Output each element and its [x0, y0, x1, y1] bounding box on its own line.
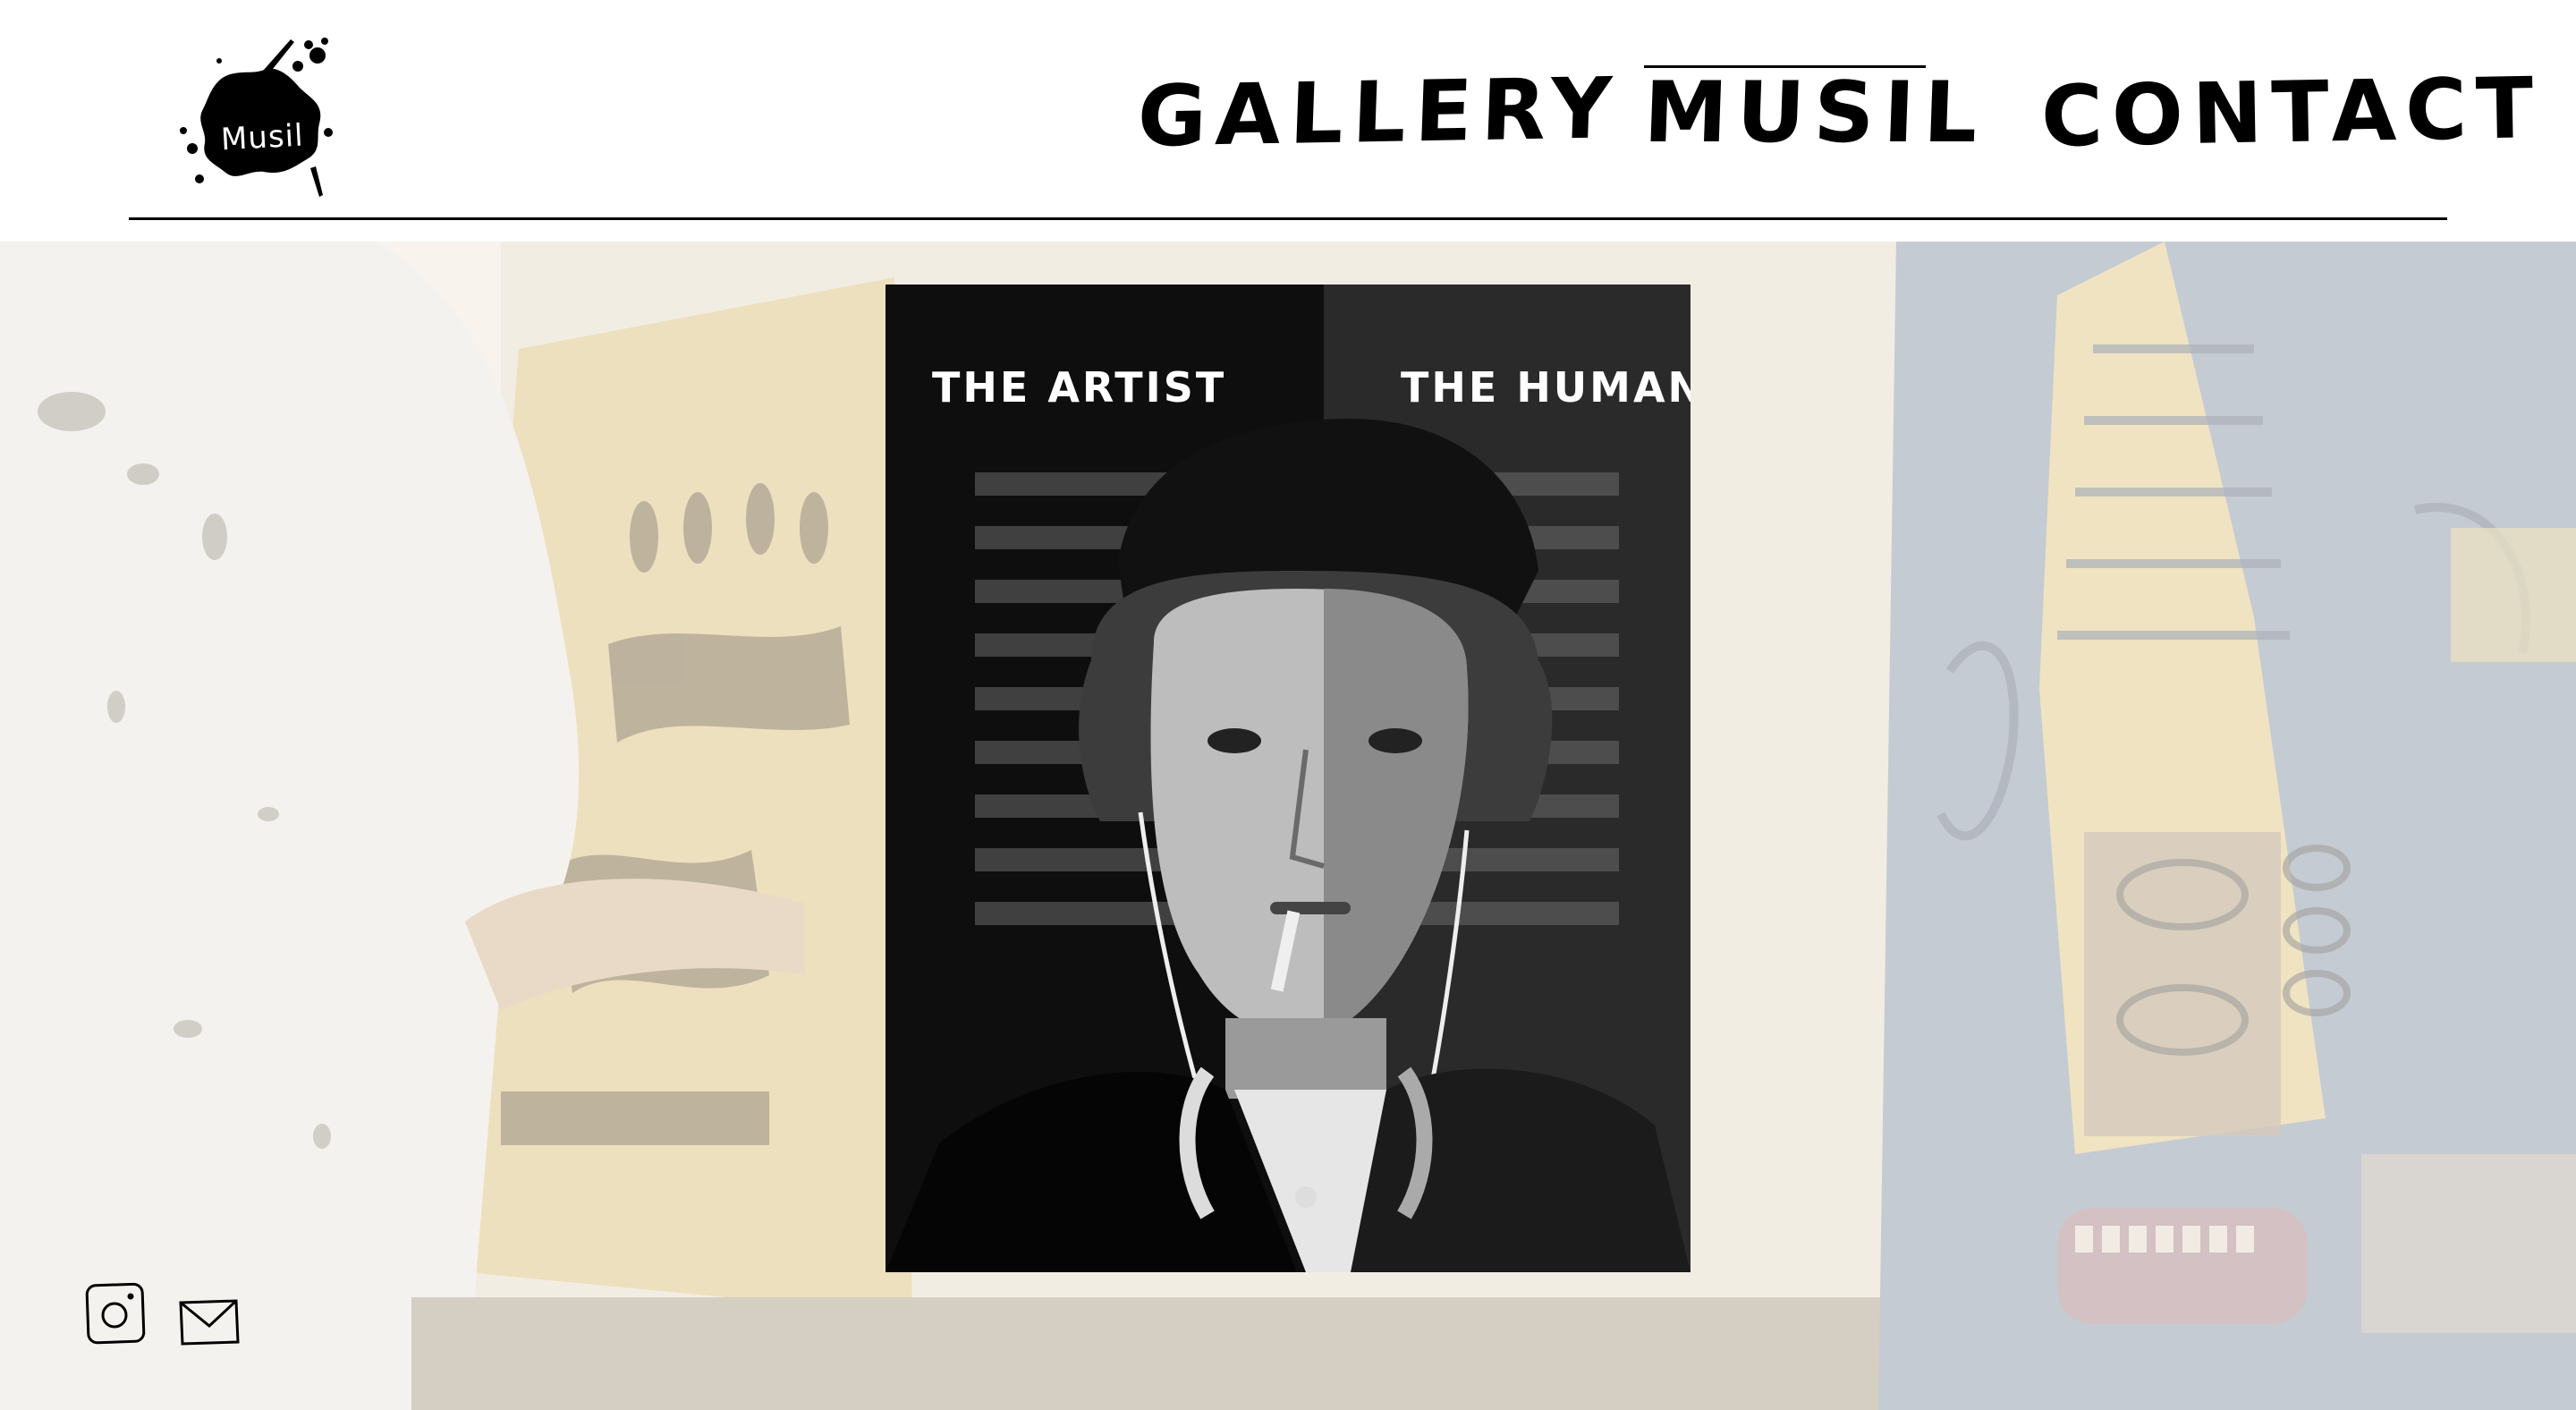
header-divider	[129, 217, 2447, 220]
nav-musil-link[interactable]: MUSIL	[1642, 64, 1987, 163]
site-header: Musil GALLERY MUSIL CONTACT	[0, 0, 2576, 242]
artist-human-poster: THE ARTIST THE HUMAN	[886, 285, 1690, 1272]
nav-active-indicator	[1644, 65, 1926, 68]
main-nav: GALLERY MUSIL CONTACT	[0, 60, 2576, 166]
portrait-photo	[886, 285, 1690, 1272]
email-link[interactable]	[177, 1290, 242, 1355]
nav-contact-link[interactable]: CONTACT	[2040, 60, 2543, 167]
poster-label-human: THE HUMAN	[1401, 363, 1690, 412]
instagram-icon	[85, 1282, 146, 1345]
nav-gallery-link[interactable]: GALLERY	[1136, 60, 1622, 166]
poster-label-artist: THE ARTIST	[932, 363, 1227, 412]
instagram-link[interactable]	[84, 1281, 148, 1346]
envelope-icon	[179, 1299, 240, 1346]
